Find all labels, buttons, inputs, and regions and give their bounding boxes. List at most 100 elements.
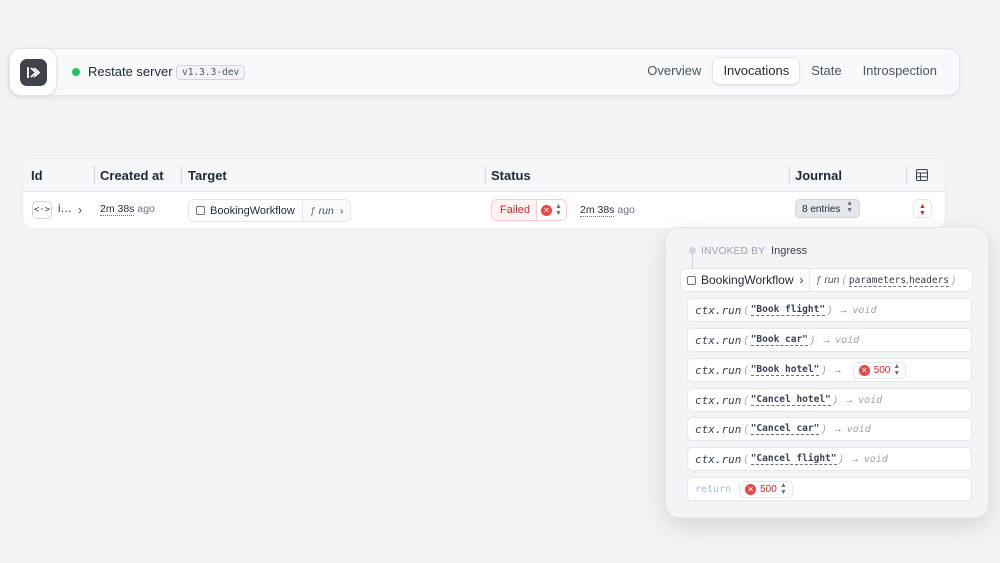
open-paren: ( [744, 394, 748, 406]
journal-entry[interactable]: ctx.run("Book hotel") → ✕ 500 ▲ ▼ [687, 358, 972, 382]
journal-entries-button[interactable]: 8 entries ▲ ▼ [795, 199, 861, 218]
column-divider [906, 166, 907, 184]
entry-arg[interactable]: "Book flight" [750, 304, 826, 316]
journal-entry[interactable]: ctx.run("Book car") → void [687, 328, 972, 352]
open-paren: ( [842, 275, 846, 286]
journal-return-entry[interactable]: return ✕ 500 ▲ ▼ [687, 477, 972, 501]
error-chip[interactable]: ✕ 500 ▲ ▼ [852, 361, 907, 379]
tab-introspection[interactable]: Introspection [853, 57, 947, 85]
entry-arg[interactable]: "Cancel hotel" [750, 394, 831, 406]
target-service[interactable]: BookingWorkflow [189, 200, 303, 221]
chevron-right-icon: › [339, 204, 344, 217]
column-divider [94, 166, 95, 184]
column-divider [789, 166, 790, 184]
column-divider [485, 166, 486, 184]
entry-return: void [852, 304, 877, 316]
code-icon[interactable]: <·> [32, 201, 52, 219]
chevron-updown-icon: ▲ ▼ [779, 482, 787, 496]
status-text: Failed [500, 204, 530, 216]
columns-settings-icon[interactable] [916, 169, 928, 181]
close-paren: ) [822, 364, 826, 376]
tab-overview[interactable]: Overview [637, 57, 711, 85]
target-handler-name: run [318, 204, 334, 217]
call-service[interactable]: BookingWorkflow › [681, 269, 811, 291]
journal-entry[interactable]: ctx.run("Book flight") → void [687, 298, 972, 322]
journal-count: 8 entries [802, 204, 841, 215]
close-paren: ) [810, 334, 815, 346]
chevron-updown-icon: ▲ ▼ [893, 363, 901, 377]
error-dropdown[interactable]: ✕ ▲ ▼ [535, 200, 566, 220]
target-handler[interactable]: ƒ run › [302, 200, 351, 221]
column-target[interactable]: Target [188, 168, 227, 183]
function-icon: ƒ [309, 204, 316, 217]
restate-logo-icon [20, 59, 47, 86]
entry-arg[interactable]: "Book hotel" [750, 364, 820, 376]
target-pill[interactable]: BookingWorkflow ƒ run › [188, 199, 352, 222]
open-paren: ( [744, 364, 748, 376]
chevron-right-icon: › [799, 273, 804, 287]
journal-entry[interactable]: ctx.run("Cancel car") → void [687, 417, 972, 441]
error-icon: ✕ [541, 204, 552, 216]
close-paren: ) [833, 394, 838, 406]
entry-arg[interactable]: "Cancel car" [750, 423, 820, 435]
status-badge[interactable]: Failed ✕ ▲ ▼ [491, 199, 567, 221]
close-paren: ) [952, 275, 956, 286]
journal-entry[interactable]: ctx.run("Cancel flight") → void [687, 447, 972, 471]
created-suffix: ago [137, 203, 155, 215]
entry-arg[interactable]: "Cancel flight" [750, 453, 837, 465]
entry-return: void [863, 453, 888, 465]
chevron-right-icon[interactable]: › [78, 203, 82, 217]
status-time-cell: 2m 38s ago [580, 204, 635, 217]
table-header: Id Created at Target Status Journal [23, 159, 945, 191]
arrow-icon: → [849, 453, 860, 465]
service-cube-icon [687, 275, 696, 285]
main-nav: Overview Invocations State Introspection [636, 57, 947, 85]
chevron-updown-icon: ▲ ▼ [919, 203, 926, 217]
call-service-name: BookingWorkflow [701, 273, 794, 287]
logo-button[interactable] [9, 48, 57, 96]
server-status-dot [72, 68, 80, 76]
return-keyword: return [695, 483, 732, 495]
entry-function: ctx.run [695, 422, 742, 436]
row-actions-button[interactable]: ▲ ▼ [913, 199, 932, 218]
tab-invocations[interactable]: Invocations [712, 57, 801, 85]
entry-function: ctx.run [695, 333, 742, 347]
column-divider [181, 166, 182, 184]
invoked-by-value: Ingress [771, 245, 808, 257]
server-name: Restate server [88, 64, 173, 79]
column-status[interactable]: Status [491, 168, 531, 183]
column-id[interactable]: Id [31, 168, 43, 183]
target-service-name: BookingWorkflow [210, 204, 295, 217]
column-created-at[interactable]: Created at [100, 168, 164, 183]
function-icon: ƒ [815, 274, 822, 286]
param-parameters[interactable]: parameters [848, 275, 907, 287]
error-chip[interactable]: ✕ 500 ▲ ▼ [739, 480, 793, 498]
close-paren: ) [822, 423, 826, 435]
param-headers[interactable]: headers [908, 275, 950, 287]
top-bar: Restate server v1.3.3-dev Overview Invoc… [8, 48, 960, 96]
error-icon: ✕ [858, 364, 870, 376]
entry-return: void [835, 334, 860, 346]
table-row[interactable]: <·> i… › 2m 38s ago BookingWorkflow ƒ ru… [23, 191, 945, 228]
status-time: 2m 38s [580, 204, 615, 217]
entry-error-code: 500 [873, 364, 891, 376]
timeline-dot [689, 247, 696, 254]
entry-arg[interactable]: "Book car" [750, 334, 808, 346]
entry-function: ctx.run [695, 393, 742, 407]
status-suffix: ago [617, 204, 635, 216]
arrow-icon: → [832, 364, 843, 376]
journal-entry[interactable]: ctx.run("Cancel hotel") → void [687, 388, 972, 412]
journal-popover: INVOKED BY Ingress BookingWorkflow › ƒ ru… [665, 227, 989, 518]
invocation-id[interactable]: i… [58, 203, 71, 215]
created-at-cell: 2m 38s ago [100, 203, 155, 216]
chevron-updown-icon: ▲ ▼ [555, 203, 562, 217]
entry-function: ctx.run [695, 303, 742, 317]
invoked-by-label: INVOKED BY [701, 246, 765, 257]
arrow-icon: → [844, 394, 855, 406]
error-icon: ✕ [745, 483, 757, 495]
close-paren: ) [839, 453, 843, 465]
tab-state[interactable]: State [801, 57, 851, 85]
column-journal[interactable]: Journal [795, 168, 842, 183]
invocation-call[interactable]: BookingWorkflow › ƒ run(parameters,header… [680, 268, 973, 292]
created-time: 2m 38s [100, 203, 135, 216]
